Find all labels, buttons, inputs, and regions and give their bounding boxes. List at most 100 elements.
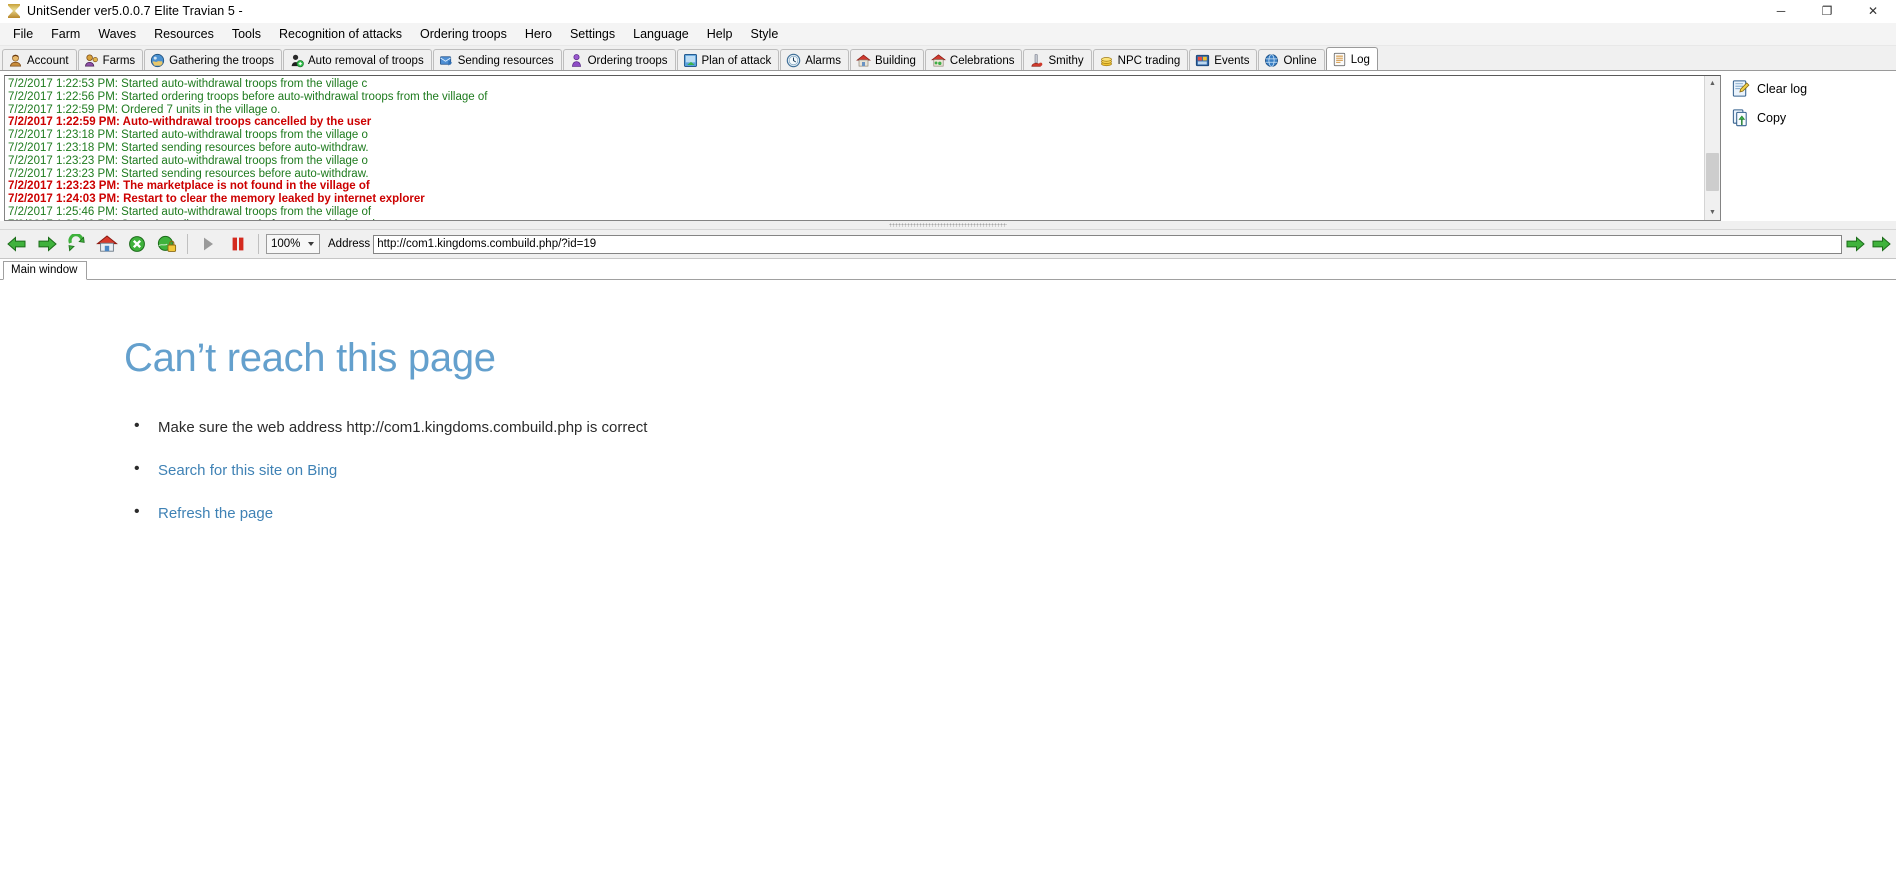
menu-item-file[interactable]: File [4,24,42,44]
pause-button[interactable] [223,231,253,257]
address-label: Address [328,238,371,250]
farms-icon [84,54,98,67]
tab-npc-trading[interactable]: NPC trading [1092,49,1189,70]
tab-label: Celebrations [949,54,1015,67]
tab-smithy[interactable]: Smithy [1023,49,1092,70]
menu-item-hero[interactable]: Hero [516,24,561,44]
tab-plan-of-attack[interactable]: Plan of attack [676,49,780,70]
clear-log-label: Clear log [1757,81,1808,96]
menu-item-tools[interactable]: Tools [223,24,270,44]
maximize-button[interactable]: ❐ [1804,0,1850,22]
tab-auto-removal-of-troops[interactable]: Auto removal of troops [283,49,432,70]
log-lines: 7/2/2017 1:22:53 PM: Started auto-withdr… [5,76,1720,220]
tab-label: Smithy [1048,54,1084,67]
forward-button[interactable] [32,231,62,257]
tab-label: Farms [102,54,136,67]
online-icon [1265,54,1279,67]
home-button[interactable] [92,231,122,257]
tab-label: Account [27,54,69,67]
panel-splitter[interactable] [0,221,1896,229]
tab-farms[interactable]: Farms [77,49,144,70]
auto-removal-icon [291,54,304,68]
tab-label: Auto removal of troops [308,54,424,67]
menu-item-farm[interactable]: Farm [42,24,89,44]
log-entry: 7/2/2017 1:23:18 PM: Started auto-withdr… [8,129,368,142]
secure-page-button[interactable] [152,231,182,257]
back-button[interactable] [2,231,32,257]
address-input[interactable]: http://com1.kingdoms.combuild.php/?id=19 [373,234,1842,254]
menu-item-resources[interactable]: Resources [145,24,223,44]
alarms-icon [786,53,801,68]
refresh-icon [68,234,85,252]
browser-toolbar: 100% Address http://com1.kingdoms.combui… [0,229,1896,259]
go-button[interactable] [1842,231,1868,257]
tab-label: Sending resources [457,54,554,67]
error-title: Can’t reach this page [124,336,496,380]
tab-alarms[interactable]: Alarms [780,49,849,70]
copy-label: Copy [1757,110,1787,125]
sending-resources-icon [439,56,452,66]
browser-content: Can’t reach this page Make sure the web … [0,280,1896,870]
play-button[interactable] [193,231,223,257]
stop-button[interactable] [122,231,152,257]
tab-online[interactable]: Online [1258,49,1325,70]
tab-log[interactable]: Log [1325,47,1378,70]
menu-item-settings[interactable]: Settings [561,24,624,44]
refresh-button[interactable] [62,231,92,257]
smithy-icon [1031,54,1043,67]
title-bar: UnitSender ver5.0.0.7 Elite Travian 5 - … [0,0,1896,23]
tab-sending-resources[interactable]: Sending resources [432,49,562,70]
tab-building[interactable]: Building [849,49,924,70]
window-title: UnitSender ver5.0.0.7 Elite Travian 5 - [27,4,243,18]
tab-label: Online [1283,54,1317,67]
menu-item-recognition-of-attacks[interactable]: Recognition of attacks [270,24,411,44]
scroll-down-icon[interactable]: ▼ [1705,205,1720,220]
home-icon [96,235,118,252]
tab-label: Building [874,54,916,67]
menu-bar: File Farm Waves Resources Tools Recognit… [0,23,1896,46]
tab-celebrations[interactable]: Celebrations [924,49,1023,70]
minimize-button[interactable]: ─ [1758,0,1804,22]
log-textbox[interactable]: 7/2/2017 1:22:53 PM: Started auto-withdr… [4,75,1721,221]
page-tab-strip: Main window [0,259,1896,280]
splitter-grip [889,223,1007,227]
toolbar-separator-2 [258,234,259,254]
log-icon [1333,52,1345,67]
log-actions: Clear log Copy [1721,71,1896,221]
scrollbar-track[interactable] [1705,91,1720,205]
log-entry: 7/2/2017 1:25:46 PM: Started sending res… [8,219,1720,220]
scroll-up-icon[interactable]: ▲ [1705,76,1720,91]
error-suggestion-bing-search[interactable]: Search for this site on Bing [124,460,1896,479]
log-vertical-scrollbar[interactable]: ▲ ▼ [1704,76,1720,220]
error-suggestion-address: Make sure the web address http://com1.ki… [124,417,1896,436]
tab-label: Gathering the troops [169,54,274,67]
stop-icon [129,236,145,252]
log-entry: 7/2/2017 1:22:53 PM: Started auto-withdr… [8,78,368,90]
page-tab-main-window[interactable]: Main window [3,261,88,280]
menu-item-style[interactable]: Style [741,24,787,44]
log-entry-error: 7/2/2017 1:22:59 PM: Auto-withdrawal tro… [8,116,372,129]
close-button[interactable]: ✕ [1850,0,1896,22]
tab-ordering-troops[interactable]: Ordering troops [562,49,676,70]
error-suggestion-refresh[interactable]: Refresh the page [124,503,1896,522]
tab-label: Plan of attack [701,54,772,67]
tab-account[interactable]: Account [2,49,77,70]
arrow-left-icon [7,236,26,252]
building-icon [856,54,871,67]
tab-events[interactable]: Events [1189,49,1258,70]
go-button-secondary[interactable] [1868,231,1894,257]
clear-log-button[interactable]: Clear log [1731,79,1896,98]
gathering-troops-icon [151,53,165,68]
menu-item-help[interactable]: Help [698,24,742,44]
ordering-troops-icon [571,54,581,67]
menu-item-waves[interactable]: Waves [89,24,145,44]
tab-label: Events [1214,54,1250,67]
menu-item-language[interactable]: Language [624,24,698,44]
tab-gathering-the-troops[interactable]: Gathering the troops [144,49,282,70]
log-panel: 7/2/2017 1:22:53 PM: Started auto-withdr… [0,71,1896,221]
tab-label: Alarms [805,54,841,67]
menu-item-ordering-troops[interactable]: Ordering troops [411,24,516,44]
scrollbar-thumb[interactable] [1706,153,1719,191]
zoom-level-select[interactable]: 100% [266,234,320,254]
copy-button[interactable]: Copy [1731,108,1896,127]
